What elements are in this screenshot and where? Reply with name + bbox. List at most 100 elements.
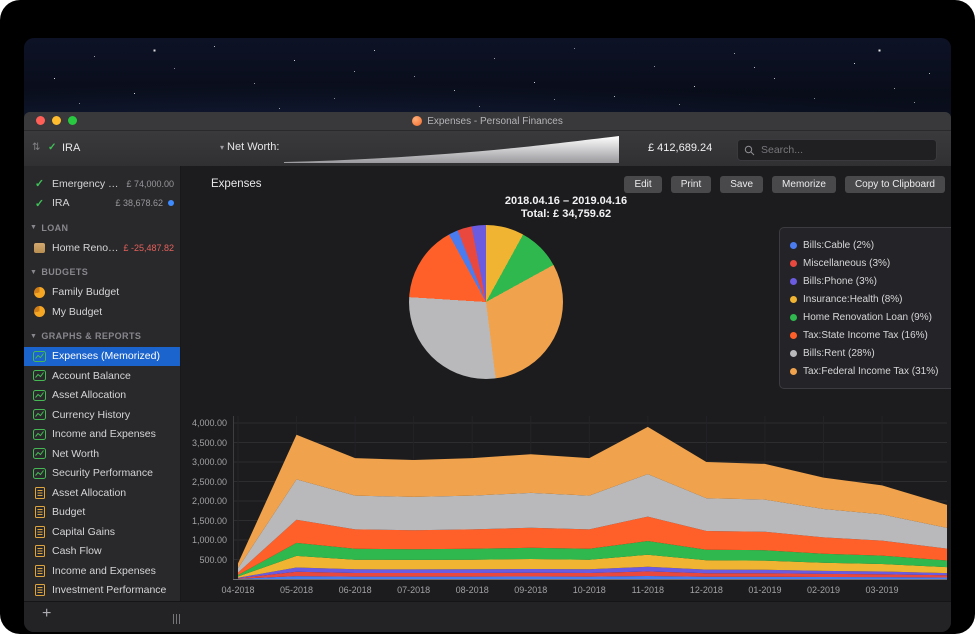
x-axis-label: 11-2018 — [624, 585, 672, 595]
sidebar-item-security-performance[interactable]: Security Performance — [24, 464, 180, 484]
report-title: Expenses — [211, 178, 262, 190]
sidebar-item-label: IRA — [52, 197, 111, 209]
sidebar-item-label: Income and Expenses — [52, 428, 174, 440]
sidebar-item-cash-flow[interactable]: Cash Flow — [24, 542, 180, 562]
y-axis-label: 4,000.00 — [181, 418, 227, 428]
sidebar-item-my-budget[interactable]: My Budget — [24, 302, 180, 322]
y-axis-label: 3,000.00 — [181, 457, 227, 467]
sidebar-section-loan[interactable]: ▼LOAN — [24, 217, 180, 238]
zoom-window-button[interactable] — [68, 116, 77, 125]
sidebar-item-home-renova[interactable]: Home Renova... £ -25,487.82 — [24, 238, 180, 258]
sidebar-section-graphs-reports[interactable]: ▼GRAPHS & REPORTS — [24, 326, 180, 347]
sidebar-item-asset-allocation[interactable]: Asset Allocation — [24, 483, 180, 503]
report-total: Total: £ 34,759.62 — [181, 208, 951, 220]
budget-icon — [32, 287, 47, 298]
search-input[interactable] — [759, 143, 930, 157]
sidebar-item-label: Account Balance — [52, 370, 174, 382]
x-axis-label: 05-2018 — [273, 585, 321, 595]
search-field[interactable] — [737, 139, 937, 161]
legend-item-bills-phone: Bills:Phone (3%) — [790, 272, 951, 290]
sidebar-item-label: Family Budget — [52, 286, 174, 298]
titlebar[interactable]: Expenses - Personal Finances — [24, 112, 951, 131]
account-balance: £ -25,487.82 — [123, 243, 174, 253]
report-date-range: 2018.04.16 – 2019.04.16 — [181, 195, 951, 207]
print-button[interactable]: Print — [671, 176, 712, 193]
sidebar-item-account-balance[interactable]: Account Balance — [24, 366, 180, 386]
sidebar-item-label: Currency History — [52, 409, 174, 421]
x-axis-label: 03-2019 — [858, 585, 906, 595]
legend-label: Insurance:Health (8%) — [803, 294, 903, 305]
document-report-icon — [32, 526, 47, 538]
toolbar-account-label[interactable]: IRA — [62, 142, 80, 154]
chart-report-icon — [32, 409, 47, 420]
sidebar-item-asset-allocation[interactable]: Asset Allocation — [24, 386, 180, 406]
sidebar-item-label: Home Renova... — [52, 242, 119, 254]
account-balance: £ 38,678.62 — [115, 198, 163, 208]
app-window: Expenses - Personal Finances ⇅ ✓ IRA ▾ N… — [24, 112, 951, 632]
loan-account-icon — [32, 243, 47, 253]
sidebar-section-budgets[interactable]: ▼BUDGETS — [24, 262, 180, 283]
y-axis-label: 1,500.00 — [181, 516, 227, 526]
sidebar-item-budget[interactable]: Budget — [24, 503, 180, 523]
document-report-icon — [32, 565, 47, 577]
add-button[interactable]: + — [42, 605, 51, 623]
legend-label: Tax:Federal Income Tax (31%) — [803, 366, 938, 377]
sidebar-resize-handle[interactable] — [172, 611, 181, 629]
document-report-icon — [32, 545, 47, 557]
x-axis-label: 06-2018 — [331, 585, 379, 595]
sidebar-section-label: GRAPHS & REPORTS — [41, 331, 141, 341]
expenses-pie-chart[interactable] — [409, 225, 563, 379]
minimize-window-button[interactable] — [52, 116, 61, 125]
sidebar-item-investment-performance[interactable]: Investment Performance — [24, 581, 180, 601]
check-icon: ✓ — [32, 197, 47, 210]
sidebar-item-label: My Budget — [52, 306, 174, 318]
networth-label: Net Worth: — [227, 141, 279, 153]
sidebar-item-income-and-expenses[interactable]: Income and Expenses — [24, 425, 180, 445]
unread-dot — [168, 200, 174, 206]
y-axis-label: 3,500.00 — [181, 438, 227, 448]
chart-report-icon — [32, 448, 47, 459]
sidebar-item-label: Capital Gains — [52, 526, 174, 538]
sidebar-item-net-worth[interactable]: Net Worth — [24, 444, 180, 464]
y-axis-label: 500.00 — [181, 555, 227, 565]
x-axis-label: 09-2018 — [507, 585, 555, 595]
sidebar-item-family-budget[interactable]: Family Budget — [24, 283, 180, 303]
legend-item-bills-cable: Bills:Cable (2%) — [790, 236, 951, 254]
y-axis-label: 1,000.00 — [181, 535, 227, 545]
memorize-button[interactable]: Memorize — [772, 176, 836, 193]
window-controls — [36, 116, 77, 125]
sidebar-item-emergency-fu[interactable]: ✓Emergency Fu...£ 74,000.00 — [24, 174, 180, 194]
document-report-icon — [32, 506, 47, 518]
legend-label: Bills:Cable (2%) — [803, 240, 874, 251]
sidebar-item-label: Budget — [52, 506, 174, 518]
sidebar-section-label: LOAN — [41, 223, 68, 233]
expenses-stacked-area-chart[interactable] — [233, 406, 947, 586]
sidebar-item-label: Emergency Fu... — [52, 178, 122, 190]
save-button[interactable]: Save — [720, 176, 763, 193]
legend-color-dot — [790, 296, 797, 303]
y-axis-label: 2,000.00 — [181, 496, 227, 506]
sidebar-item-expenses-memorized[interactable]: Expenses (Memorized) — [24, 347, 180, 367]
toolbar: ⇅ ✓ IRA ▾ Net Worth: £ 412,689.24 — [24, 131, 951, 168]
legend-item-tax-state-income-tax: Tax:State Income Tax (16%) — [790, 326, 951, 344]
check-icon: ✓ — [32, 177, 47, 190]
x-axis-label: 02-2019 — [800, 585, 848, 595]
x-axis-label: 07-2018 — [390, 585, 438, 595]
desktop-wallpaper — [24, 38, 951, 118]
edit-button[interactable]: Edit — [624, 176, 661, 193]
x-axis-label: 01-2019 — [741, 585, 789, 595]
copy-to-clipboard-button[interactable]: Copy to Clipboard — [845, 176, 945, 193]
chevron-down-icon: ▾ — [220, 143, 224, 152]
sidebar-item-income-and-expenses[interactable]: Income and Expenses — [24, 561, 180, 581]
networth-selector[interactable]: ▾ Net Worth: — [220, 141, 279, 153]
chart-legend: Bills:Cable (2%)Miscellaneous (3%)Bills:… — [779, 227, 951, 389]
legend-label: Bills:Phone (3%) — [803, 276, 877, 287]
legend-color-dot — [790, 314, 797, 321]
sidebar-item-ira[interactable]: ✓ IRA £ 38,678.62 — [24, 194, 180, 214]
sort-icon[interactable]: ⇅ — [32, 142, 40, 153]
document-report-icon — [32, 584, 47, 596]
close-window-button[interactable] — [36, 116, 45, 125]
chart-report-icon — [32, 390, 47, 401]
sidebar-item-capital-gains[interactable]: Capital Gains — [24, 522, 180, 542]
sidebar-item-currency-history[interactable]: Currency History — [24, 405, 180, 425]
